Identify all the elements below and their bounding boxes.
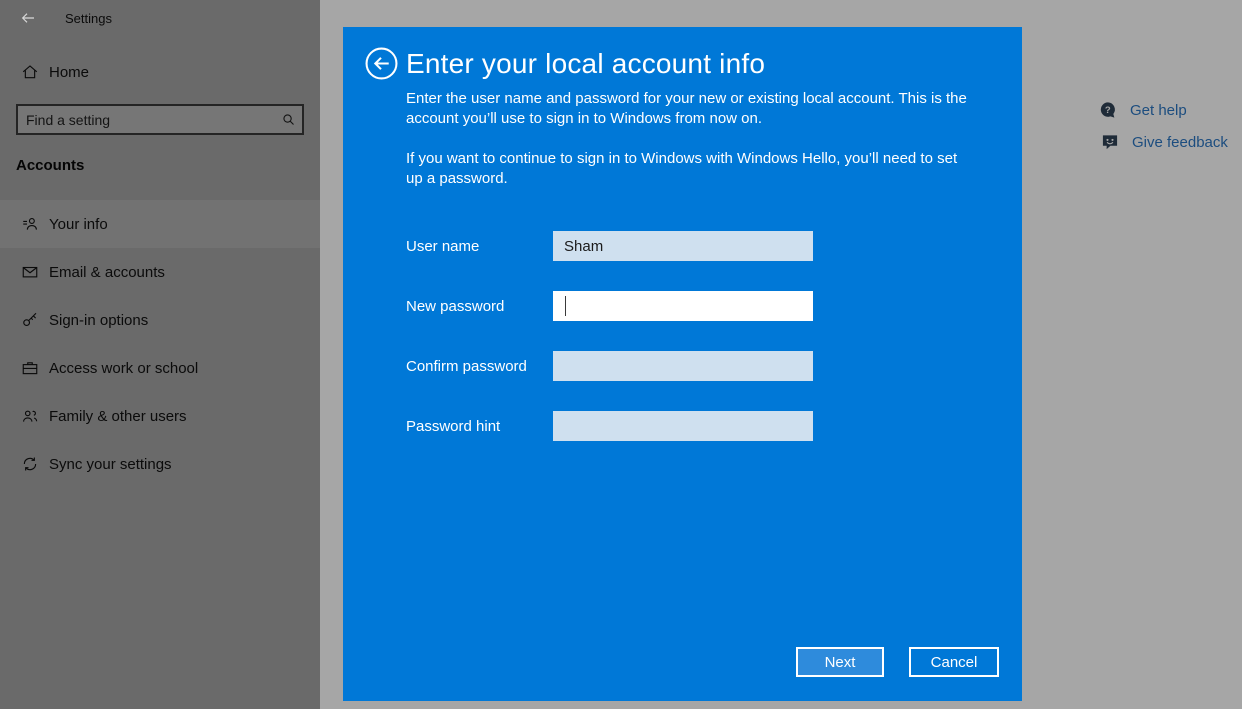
sidebar-item-sync-settings[interactable]: Sync your settings [0,440,320,488]
search-icon[interactable] [274,112,302,127]
next-button[interactable]: Next [796,647,884,677]
key-icon [21,311,39,329]
search-box[interactable] [16,104,304,135]
dialog-back-button[interactable] [365,47,398,80]
give-feedback-link[interactable]: Give feedback [1100,132,1228,152]
text-caret [565,296,566,316]
sidebar: Settings Home Accounts Your info [0,0,320,709]
sidebar-item-email-accounts[interactable]: Email & accounts [0,248,320,296]
dialog-description: Enter the user name and password for you… [406,89,976,129]
confirm-password-label: Confirm password [406,358,553,375]
svg-text:?: ? [1105,105,1111,116]
sidebar-item-label: Sign-in options [49,312,148,329]
back-arrow-icon [20,10,36,26]
people-icon [21,407,39,425]
sidebar-item-your-info[interactable]: Your info [0,200,320,248]
sidebar-item-label: Home [49,64,89,81]
circled-back-arrow-icon [365,47,398,80]
form-row-username: User name Sham [406,231,813,261]
sync-icon [21,455,39,473]
username-input[interactable]: Sham [553,231,813,261]
sidebar-item-label: Sync your settings [49,456,172,473]
form-row-confirm-password: Confirm password [406,351,813,381]
get-help-label: Get help [1130,102,1187,119]
account-form: User name Sham New password Confirm pass… [406,231,813,471]
sidebar-nav-list: Your info Email & accounts Sign-in optio… [0,200,320,488]
local-account-dialog: Enter your local account info Enter the … [343,27,1022,701]
username-label: User name [406,238,553,255]
dialog-hello-note: If you want to continue to sign in to Wi… [406,149,976,189]
new-password-input[interactable] [553,291,813,321]
sidebar-item-label: Your info [49,216,108,233]
sidebar-item-label: Family & other users [49,408,187,425]
confirm-password-input[interactable] [553,351,813,381]
search-input[interactable] [18,112,274,128]
new-password-label: New password [406,298,553,315]
settings-window: Settings Home Accounts Your info [0,0,1242,709]
give-feedback-label: Give feedback [1132,134,1228,151]
password-hint-label: Password hint [406,418,553,435]
username-value: Sham [564,238,603,255]
sidebar-item-home[interactable]: Home [0,48,320,96]
get-help-icon: ? [1098,100,1118,120]
email-icon [21,263,39,281]
form-row-password-hint: Password hint [406,411,813,441]
app-title: Settings [65,11,112,26]
dialog-header: Enter your local account info [365,47,765,80]
briefcase-icon [21,359,39,377]
sidebar-item-label: Email & accounts [49,264,165,281]
person-card-icon [21,215,39,233]
dialog-title: Enter your local account info [406,48,765,80]
get-help-link[interactable]: ? Get help [1098,100,1187,120]
sidebar-item-family-other-users[interactable]: Family & other users [0,392,320,440]
cancel-button[interactable]: Cancel [909,647,999,677]
home-icon [21,63,39,81]
password-hint-input[interactable] [553,411,813,441]
sidebar-section-heading: Accounts [16,157,84,174]
form-row-new-password: New password [406,291,813,321]
sidebar-item-label: Access work or school [49,360,198,377]
feedback-smiley-icon [1100,132,1120,152]
sidebar-item-access-work-school[interactable]: Access work or school [0,344,320,392]
sidebar-item-sign-in-options[interactable]: Sign-in options [0,296,320,344]
back-button[interactable] [20,10,36,26]
titlebar: Settings [20,8,112,28]
